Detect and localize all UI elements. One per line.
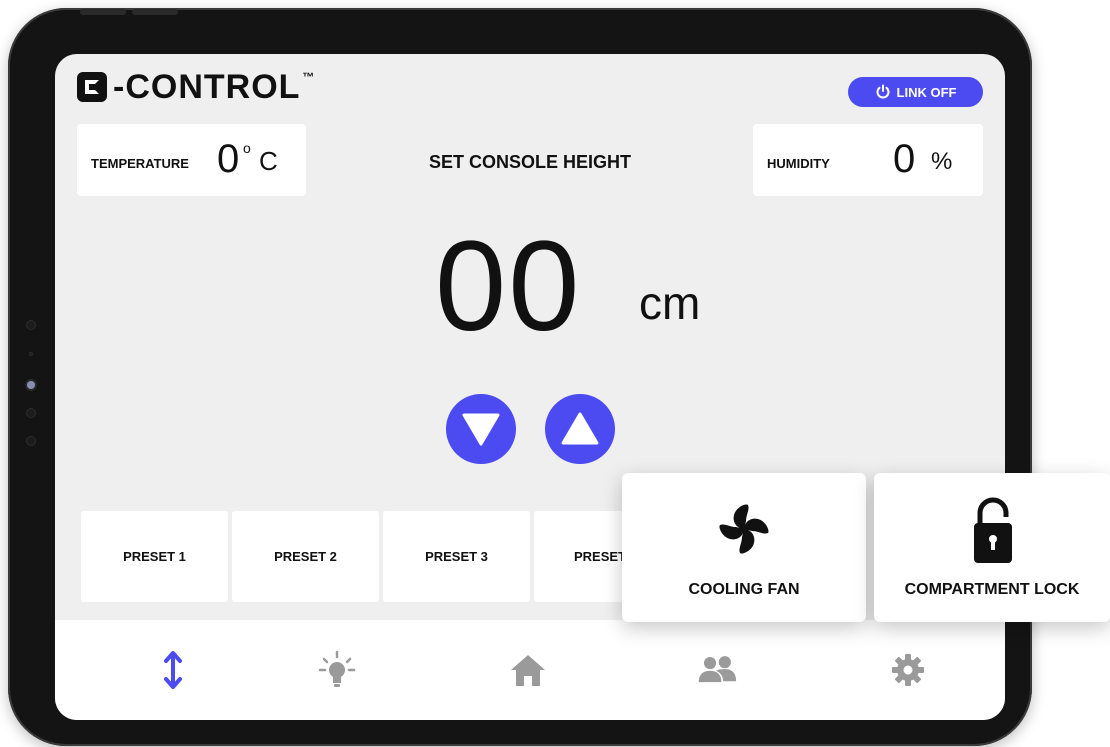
app-logo: -CONTROL ™ <box>77 70 314 104</box>
height-up-button[interactable] <box>545 394 615 464</box>
cooling-fan-label: COOLING FAN <box>688 581 800 598</box>
logo-text: -CONTROL <box>113 68 301 106</box>
sensor-dot <box>26 436 36 446</box>
humidity-unit: % <box>931 148 953 175</box>
nav-height[interactable] <box>153 650 193 690</box>
triangle-up-icon <box>561 412 599 445</box>
height-arrows-icon <box>164 651 182 689</box>
users-icon <box>698 656 737 683</box>
link-toggle-label: LINK OFF <box>896 84 957 100</box>
power-icon <box>876 84 889 99</box>
nav-lights[interactable] <box>317 650 357 690</box>
hardware-button <box>80 9 126 15</box>
triangle-down-icon <box>462 413 500 446</box>
bottom-nav <box>55 620 1005 720</box>
camera-lens <box>27 381 35 389</box>
logo-trademark: ™ <box>302 70 315 84</box>
sensor-dot <box>26 320 36 330</box>
preset-2-button[interactable]: PRESET 2 <box>232 511 379 602</box>
humidity-label: HUMIDITY <box>767 156 830 171</box>
sensor-dot <box>29 352 33 356</box>
gear-icon <box>892 654 924 686</box>
logo-mark-icon <box>77 72 107 102</box>
hardware-button <box>132 9 178 15</box>
tablet-frame: -CONTROL ™ LINK OFF TEMPERATURE 0 o C SE… <box>8 8 1032 746</box>
console-height-value: 00 <box>435 215 582 358</box>
fan-icon <box>719 504 769 554</box>
light-bulb-icon <box>318 650 356 687</box>
padlock-icon <box>974 497 1012 563</box>
nav-home[interactable] <box>508 650 548 690</box>
height-down-button[interactable] <box>446 394 516 464</box>
preset-1-button[interactable]: PRESET 1 <box>81 511 228 602</box>
humidity-card: HUMIDITY 0 % <box>753 124 983 196</box>
compartment-lock-card[interactable]: COMPARTMENT LOCK <box>874 473 1110 622</box>
console-height-unit: cm <box>639 277 701 329</box>
compartment-lock-label: COMPARTMENT LOCK <box>904 581 1080 598</box>
sensor-dot <box>26 408 36 418</box>
nav-settings[interactable] <box>888 650 928 690</box>
cooling-fan-card[interactable]: COOLING FAN <box>622 473 866 622</box>
preset-3-button[interactable]: PRESET 3 <box>383 511 530 602</box>
home-icon <box>511 655 545 686</box>
humidity-value: 0 <box>893 137 916 181</box>
nav-users[interactable] <box>697 650 737 690</box>
link-toggle-button[interactable]: LINK OFF <box>848 77 983 107</box>
